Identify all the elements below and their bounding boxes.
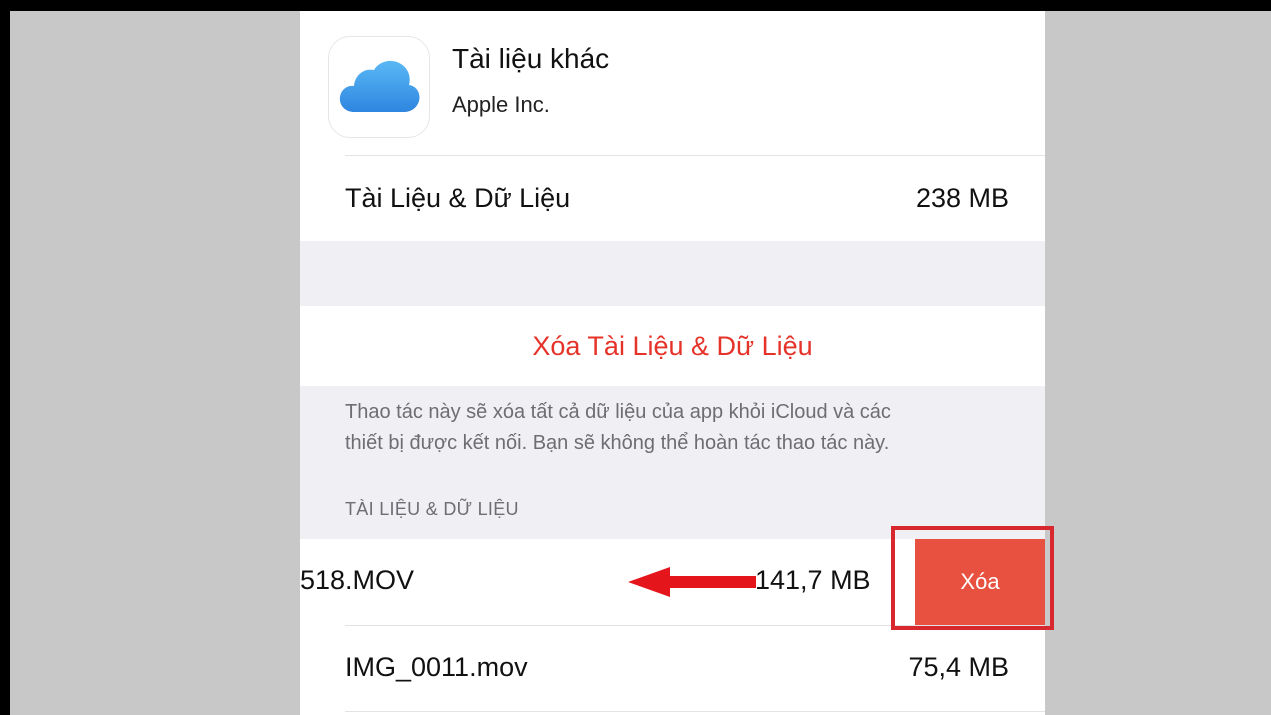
icloud-icon <box>339 60 420 112</box>
app-icon <box>328 36 430 138</box>
storage-label: Tài Liệu & Dữ Liệu <box>345 183 571 213</box>
left-arrow-icon <box>628 567 756 597</box>
separator <box>345 711 1045 712</box>
file-size: 75,4 MB <box>908 652 1009 682</box>
file-name: IMG_0011.mov <box>345 652 528 682</box>
documents-section-header: TÀI LIỆU & DỮ LIỆU <box>345 499 519 519</box>
highlight-box <box>891 526 1054 630</box>
app-name: Tài liệu khác <box>452 43 610 74</box>
storage-value: 238 MB <box>915 183 1009 213</box>
section-gap <box>300 241 1045 306</box>
separator <box>345 155 1045 156</box>
footnote-line-1: Thao tác này sẽ xóa tất cả dữ liệu của a… <box>345 401 891 423</box>
footnote-line-2: thiết bị được kết nối. Bạn sẽ không thể … <box>345 432 890 454</box>
file-row[interactable]: IMG_0011.mov 75,4 MB <box>300 626 1045 715</box>
screenshot-frame: Tài liệu khác Apple Inc. Tài Liệu & Dữ L… <box>10 11 1271 715</box>
delete-warning-footnote: Thao tác này sẽ xóa tất cả dữ liệu của a… <box>345 397 1025 459</box>
file-name: 518.MOV <box>300 565 415 595</box>
app-developer: Apple Inc. <box>452 92 550 117</box>
file-size: 141,7 MB <box>755 565 871 595</box>
delete-all-data-button[interactable]: Xóa Tài Liệu & Dữ Liệu <box>300 306 1045 386</box>
